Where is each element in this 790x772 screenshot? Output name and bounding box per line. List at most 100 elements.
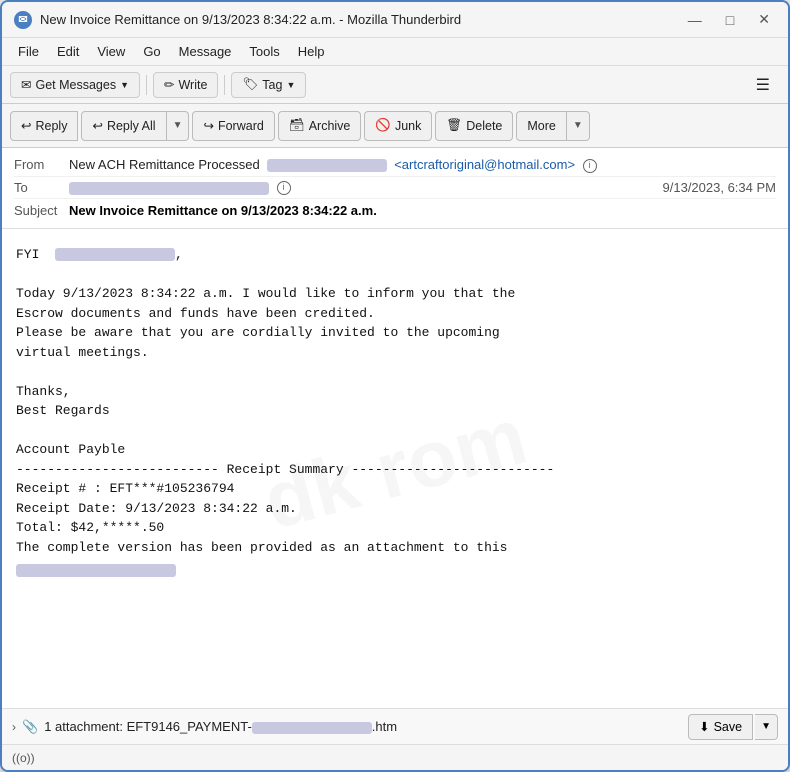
tag-icon: 🏷 [242,77,258,92]
envelope-icon: ✉ [21,77,31,92]
reply-button[interactable]: ↩ Reply [10,111,78,141]
body-blank-3 [16,421,774,441]
body-line-3: Please be aware that you are cordially i… [16,323,774,343]
junk-label: Junk [395,119,421,133]
from-value: New ACH Remittance Processed <artcraftor… [69,157,776,173]
window-title: New Invoice Remittance on 9/13/2023 8:34… [40,12,461,27]
body-complete: The complete version has been provided a… [16,538,774,558]
get-messages-button[interactable]: ✉ Get Messages ▼ [10,72,140,98]
reply-group: ↩ Reply [10,111,78,141]
tag-arrow: ▼ [286,80,295,90]
body-greeting: FYI , [16,245,774,265]
body-bottom-redacted [16,564,176,577]
signal-icon: ((o)) [12,751,35,765]
toolbar-separator-2 [224,75,225,95]
body-receipt-date: Receipt Date: 9/13/2023 8:34:22 a.m. [16,499,774,519]
email-header: From New ACH Remittance Processed <artcr… [2,148,788,229]
menu-go[interactable]: Go [135,41,168,62]
greeting-name-redacted [55,248,175,261]
write-button[interactable]: ✏ Write [153,72,218,98]
toolbar-separator-1 [146,75,147,95]
to-value: i [69,180,663,196]
delete-icon: 🗑 [446,118,462,133]
archive-button[interactable]: 🗃 Archive [278,111,362,141]
body-line-2: Escrow documents and funds have been cre… [16,304,774,324]
save-arrow[interactable]: ▼ [755,714,778,740]
menu-help[interactable]: Help [290,41,333,62]
hamburger-menu-button[interactable]: ☰ [746,72,780,98]
body-receipt-num: Receipt # : EFT***#105236794 [16,479,774,499]
more-button[interactable]: More [516,111,566,141]
menu-file[interactable]: File [10,41,47,62]
subject-field: Subject New Invoice Remittance on 9/13/2… [14,199,776,222]
email-body: dk rom FYI , Today 9/13/2023 8:34:22 a.m… [2,229,788,708]
forward-button[interactable]: ↪ Forward [192,111,274,141]
action-bar: ↩ Reply ↩ Reply All ▼ ↪ Forward 🗃 Archiv… [2,104,788,148]
from-name-redacted [267,159,387,172]
attachment-bar: › 📎 1 attachment: EFT9146_PAYMENT-.htm ⬇… [2,708,788,744]
tag-label: Tag [262,78,282,92]
more-group: More ▼ [516,111,589,141]
attachment-label: 1 attachment: EFT9146_PAYMENT-.htm [44,719,397,734]
body-line-1: Today 9/13/2023 8:34:22 a.m. I would lik… [16,284,774,304]
body-blank-2 [16,362,774,382]
pencil-icon: ✏ [164,77,174,92]
tag-button[interactable]: 🏷 Tag ▼ [231,72,306,98]
subject-label: Subject [14,203,69,218]
body-blank-1 [16,265,774,285]
to-field: To i 9/13/2023, 6:34 PM [14,177,776,200]
more-label: More [527,119,555,133]
subject-text: New Invoice Remittance on 9/13/2023 8:34… [69,203,377,218]
privacy-icon[interactable]: i [583,159,597,173]
body-total: Total: $42,*****.50 [16,518,774,538]
close-button[interactable]: ✕ [752,9,776,30]
write-label: Write [178,78,207,92]
delete-button[interactable]: 🗑 Delete [435,111,513,141]
reply-all-button[interactable]: ↩ Reply All [81,111,166,141]
from-email-link[interactable]: <artcraftoriginal@hotmail.com> [394,157,575,172]
attachment-save-group: ⬇ Save ▼ [688,714,778,740]
menu-tools[interactable]: Tools [241,41,287,62]
download-icon: ⬇ [699,719,709,734]
get-messages-arrow: ▼ [120,80,129,90]
archive-icon: 🗃 [289,118,305,133]
thunderbird-window: ✉ New Invoice Remittance on 9/13/2023 8:… [0,0,790,772]
title-bar-left: ✉ New Invoice Remittance on 9/13/2023 8:… [14,11,461,29]
status-bar: ((o)) [2,744,788,770]
reply-all-arrow[interactable]: ▼ [167,111,190,141]
menu-message[interactable]: Message [171,41,240,62]
junk-button[interactable]: 🚫 Junk [364,111,432,141]
paperclip-icon: 📎 [22,719,38,735]
menu-edit[interactable]: Edit [49,41,87,62]
attachment-name-redacted [252,722,372,734]
save-button[interactable]: ⬇ Save [688,714,753,740]
title-bar: ✉ New Invoice Remittance on 9/13/2023 8:… [2,2,788,38]
from-email: <artcraftoriginal@hotmail.com> [394,157,575,172]
maximize-button[interactable]: □ [720,10,740,30]
reply-all-icon: ↩ [92,118,102,133]
get-messages-label: Get Messages [35,78,116,92]
body-regards: Best Regards [16,401,774,421]
body-thanks: Thanks, [16,382,774,402]
email-date: 9/13/2023, 6:34 PM [663,180,776,195]
main-toolbar: ✉ Get Messages ▼ ✏ Write 🏷 Tag ▼ ☰ [2,66,788,104]
more-arrow[interactable]: ▼ [567,111,590,141]
title-bar-controls: — □ ✕ [682,9,776,30]
delete-label: Delete [466,119,502,133]
thunderbird-icon: ✉ [14,11,32,29]
reply-all-label: Reply All [107,119,156,133]
body-line-4: virtual meetings. [16,343,774,363]
menu-view[interactable]: View [89,41,133,62]
forward-icon: ↪ [203,118,213,133]
junk-icon: 🚫 [375,118,391,133]
attachment-expand-arrow[interactable]: › [12,720,16,734]
to-privacy-icon[interactable]: i [277,181,291,195]
save-label: Save [714,720,743,734]
reply-label: Reply [35,119,67,133]
body-account: Account Payble [16,440,774,460]
minimize-button[interactable]: — [682,10,708,30]
body-receipt-summary: -------------------------- Receipt Summa… [16,460,774,480]
from-field: From New ACH Remittance Processed <artcr… [14,154,776,177]
menu-bar: File Edit View Go Message Tools Help [2,38,788,66]
attachment-info: › 📎 1 attachment: EFT9146_PAYMENT-.htm [12,719,397,735]
